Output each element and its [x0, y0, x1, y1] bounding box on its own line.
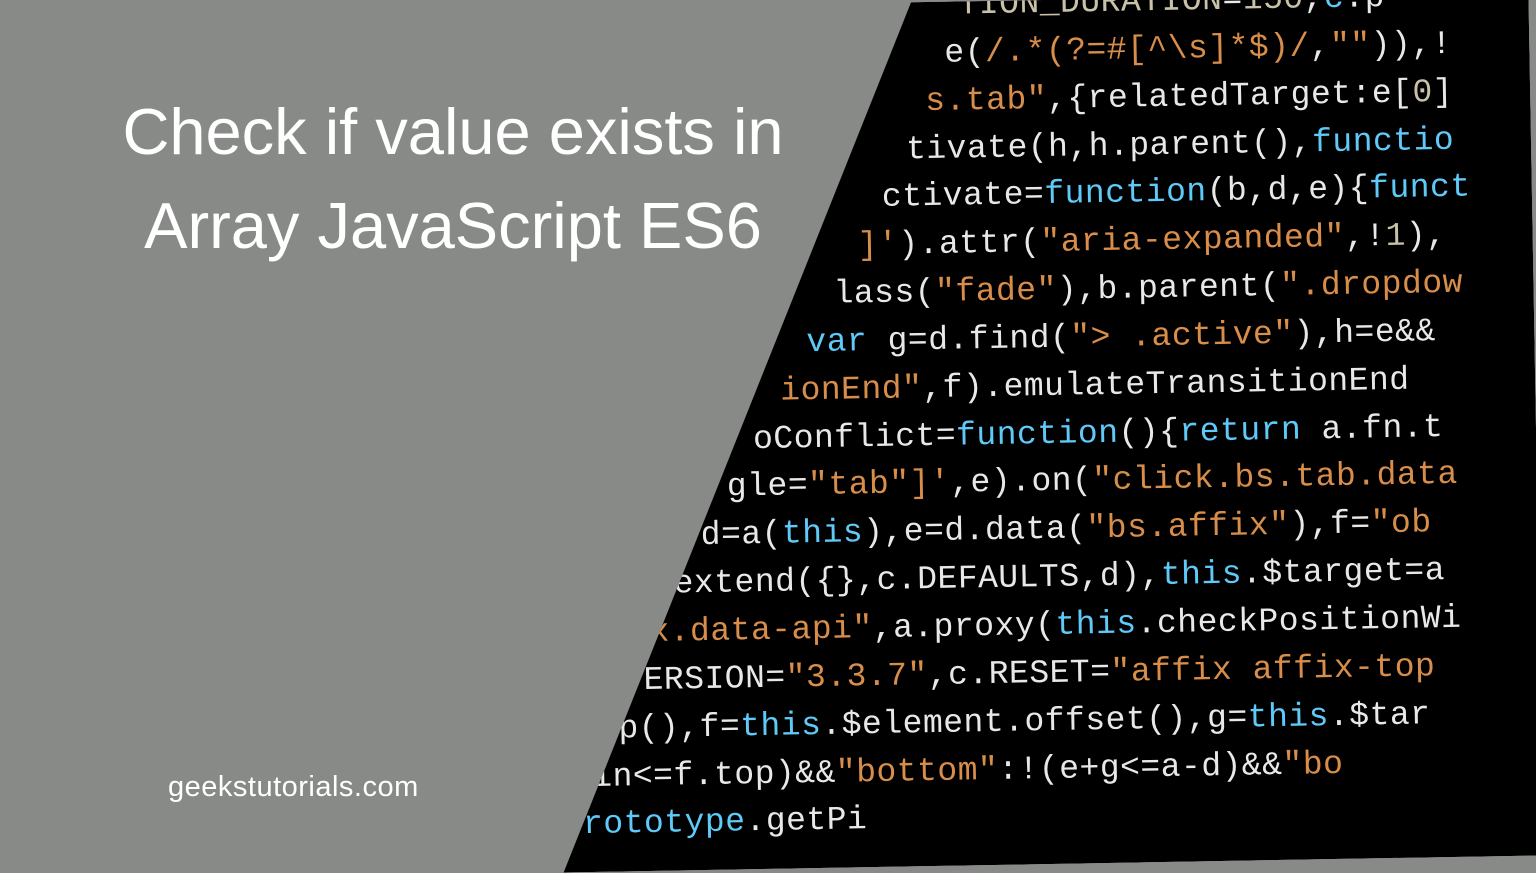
code-token: .$tar [1329, 696, 1431, 735]
code-token: ,c.RESET= [927, 654, 1110, 694]
code-token: extend({},c.DEFAULTS,d), [673, 557, 1161, 602]
code-token: /.*(?=#[^\s]*$)/ [985, 28, 1310, 71]
code-token: ),e=d.data( [863, 511, 1087, 552]
code-token: prototype [562, 804, 745, 844]
code-token: ,f).emulateTransitionEnd [922, 361, 1410, 406]
code-token: .getPi [745, 802, 867, 841]
code-token: ).attr( [898, 224, 1041, 263]
code-token: .p [1344, 0, 1385, 17]
code-token: c [1324, 0, 1345, 17]
article-title: Check if value exists in Array JavaScrip… [73, 85, 833, 274]
code-token: e( [944, 34, 985, 72]
title-line-2: Array JavaScript ES6 [144, 189, 762, 262]
code-token: this [1247, 698, 1329, 736]
title-line-1: Check if value exists in [122, 95, 783, 168]
code-token: 150 [1242, 0, 1304, 18]
code-token: functio [1312, 121, 1455, 160]
code-token: a.fn.t [1321, 409, 1443, 448]
code-token: .$target=a [1242, 552, 1446, 593]
site-label: geekstutorials.com [168, 771, 419, 804]
code-token: function [1044, 174, 1207, 214]
code-token: pin<=f.top)&& [572, 754, 837, 796]
code-token: ,a.proxy( [872, 607, 1055, 647]
code-token: ".dropdow [1280, 265, 1463, 305]
code-token: op(),f= [598, 708, 741, 747]
code-token: funct [1369, 169, 1471, 208]
code-token: tivate(h,h.parent(), [906, 124, 1313, 168]
code-token: VERSION= [623, 659, 786, 699]
code-token: d=a( [700, 516, 782, 554]
code-token: function [956, 414, 1119, 454]
code-token: this [1055, 605, 1137, 643]
code-token: ,e).on( [950, 463, 1093, 502]
code-token: gle= [727, 468, 809, 506]
code-token: = [1222, 0, 1243, 19]
code-token: , [1303, 0, 1324, 17]
code-token: ]' [857, 227, 898, 265]
code-token: ,! [1345, 218, 1386, 256]
code-token: "bs.affix" [1086, 507, 1290, 548]
code-token: ionEnd" [780, 370, 923, 409]
code-token: 0 [1412, 74, 1433, 111]
code-token: ,{relatedTarget:e[ [1047, 74, 1413, 117]
code-token: ] [1432, 74, 1453, 111]
code-token: ),b.parent( [1057, 268, 1281, 309]
code-token: return [1179, 411, 1322, 450]
code-token: 1 [1385, 218, 1406, 255]
code-token: (){ [1118, 413, 1180, 451]
code-token: .checkPositionWi [1136, 600, 1461, 643]
code-token: ]' [909, 465, 950, 503]
code-token: lass( [833, 274, 935, 313]
code-token: (b,d,e){ [1206, 171, 1369, 211]
code-token: ),h=e&& [1293, 313, 1436, 352]
code-token: "> .active" [1070, 316, 1294, 357]
code-token: this [1160, 556, 1242, 594]
code-token: g=d.find( [887, 319, 1070, 359]
code-token: "affix affix-top [1110, 648, 1435, 691]
code-token: "click.bs.tab.data [1092, 456, 1458, 499]
code-token: var [806, 323, 888, 361]
code-token: "fade" [935, 272, 1057, 311]
code-token: "tab" [808, 466, 910, 505]
code-token: this [740, 707, 822, 745]
code-token: ), [1406, 217, 1447, 255]
code-token: "bo [1282, 745, 1344, 783]
code-token: "" [1330, 27, 1371, 65]
code-token: x.data-api" [649, 610, 873, 651]
code-token: "ob [1370, 505, 1432, 543]
code-token: oConflict= [753, 417, 957, 458]
code-token: )),! [1370, 26, 1452, 64]
code-token: ),f= [1289, 506, 1371, 544]
code-token: .$element.offset(),g= [821, 699, 1248, 743]
code-token: s.tab" [925, 81, 1047, 120]
code-token: , [1309, 28, 1330, 65]
code-token: "bottom" [836, 751, 999, 791]
code-token: :!(e+g<=a-d)&& [998, 746, 1283, 788]
code-token: ctivate= [882, 176, 1045, 216]
code-token: TION_DURATION [958, 0, 1223, 23]
code-token: "aria-expanded" [1040, 219, 1345, 261]
code-token: this [782, 514, 864, 552]
code-token: "3.3.7" [785, 657, 928, 696]
